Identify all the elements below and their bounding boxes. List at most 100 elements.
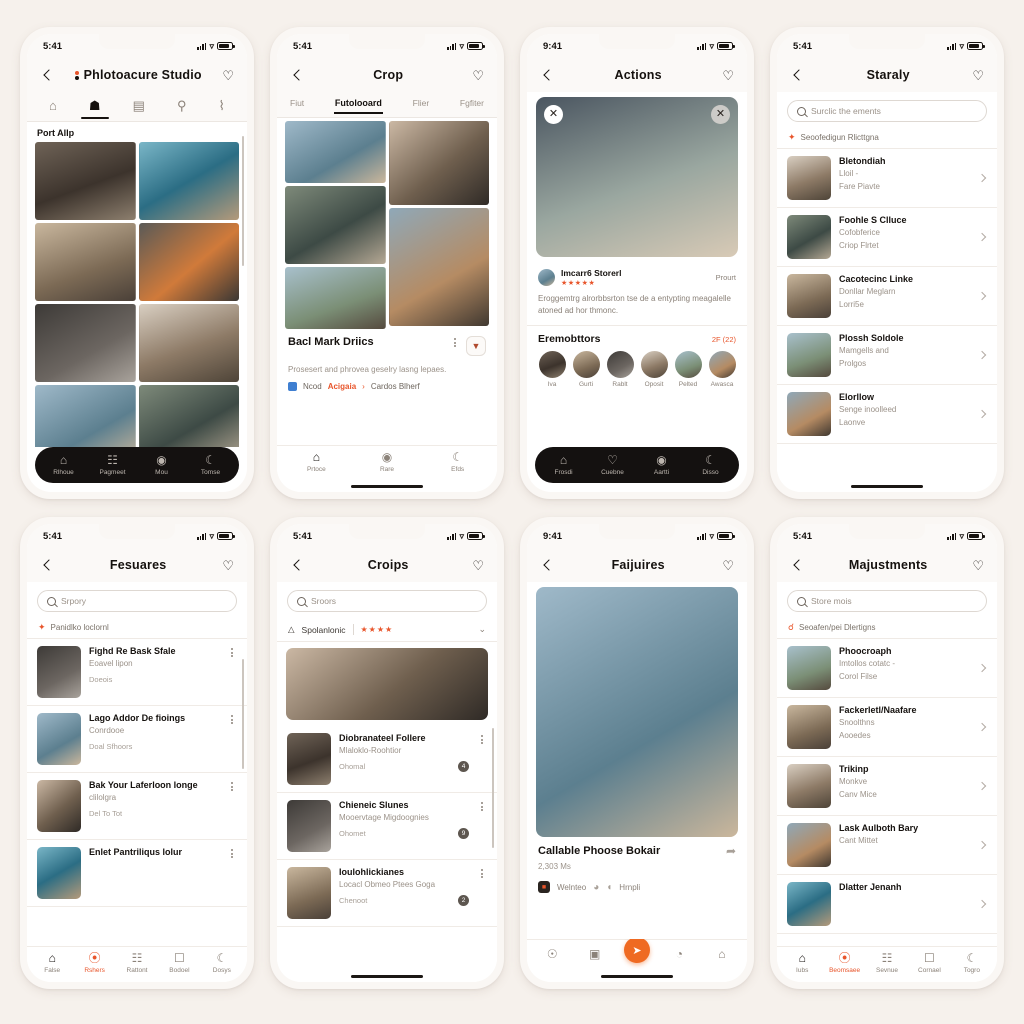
photo-tile[interactable] xyxy=(285,121,386,183)
tabbar-item-grid[interactable]: ☷ Rattont xyxy=(116,952,158,974)
tab-camera[interactable]: ☗ xyxy=(81,95,109,119)
tabbar-item-camera[interactable]: ◉ Rare xyxy=(352,451,423,473)
heart-icon[interactable]: ♡ xyxy=(222,69,234,82)
chevron-right-icon[interactable] xyxy=(977,291,987,301)
chevron-right-icon[interactable] xyxy=(977,350,987,360)
chevron-left-icon[interactable] xyxy=(540,68,554,82)
kebab-icon[interactable] xyxy=(477,867,487,878)
share-icon[interactable]: ➦ xyxy=(726,845,736,857)
chevron-right-icon[interactable] xyxy=(977,409,987,419)
section-link[interactable]: 2F (22) xyxy=(712,335,736,344)
tab-fiut[interactable]: Fiut xyxy=(289,95,305,114)
chevron-right-icon[interactable] xyxy=(977,840,987,850)
avatar-item[interactable]: Oposit xyxy=(639,351,669,388)
tabbar-item-payment[interactable]: ☷ Pagmeet xyxy=(88,454,137,476)
search-input[interactable]: Sroors xyxy=(287,590,487,612)
photo-tile[interactable] xyxy=(35,223,136,301)
tabbar-item-play[interactable]: ➤ xyxy=(616,937,658,963)
heart-icon[interactable]: ♡ xyxy=(972,559,984,572)
chevron-left-icon[interactable] xyxy=(790,68,804,82)
photo-tile[interactable] xyxy=(138,385,239,447)
chevron-right-icon[interactable] xyxy=(977,899,987,909)
photo-tile[interactable] xyxy=(138,223,239,301)
list-item[interactable]: Enlet Pantriliqus lolur xyxy=(27,840,247,907)
photo-tile[interactable] xyxy=(35,304,136,382)
chevron-left-icon[interactable] xyxy=(540,558,554,572)
tabbar-item-boost[interactable]: ⌂ xyxy=(701,948,743,960)
kebab-icon[interactable] xyxy=(227,780,237,791)
tab-fgfiter[interactable]: Fgfiter xyxy=(459,95,485,114)
tabbar-item-grid[interactable]: ☷ Sevnue xyxy=(866,952,908,974)
list-item[interactable]: Plossh Soldole Mamgells and Prolgos xyxy=(777,326,997,385)
chevron-right-icon[interactable] xyxy=(977,232,987,242)
tag-secondary[interactable]: Cardos Blherf xyxy=(371,382,420,391)
list-item[interactable]: Diobranateel Follere Mlaloklo-Roohtior O… xyxy=(277,726,497,793)
close-icon[interactable]: ✕ xyxy=(544,105,563,124)
list-item[interactable]: Bak Your Laferloon longe clilolgra Del T… xyxy=(27,773,247,840)
filter-row[interactable]: △ Spolanlonic ★★★★ ⌄ xyxy=(277,618,497,642)
list-item[interactable]: Lask Aulboth Bary Cant Mittet xyxy=(777,816,997,875)
list-item[interactable]: Trikinp Monkve Canv Mice xyxy=(777,757,997,816)
tabbar-item-gallery[interactable]: ▣ xyxy=(573,948,615,960)
photo-tile[interactable] xyxy=(388,208,489,326)
photo-tile[interactable] xyxy=(35,385,136,447)
tab-search[interactable]: ⚲ xyxy=(175,95,189,119)
tabbar-item-profile[interactable]: ☾ Efds xyxy=(422,451,493,473)
chevron-right-icon[interactable] xyxy=(977,663,987,673)
chevron-right-icon[interactable] xyxy=(977,781,987,791)
tab-flier[interactable]: Flier xyxy=(412,95,431,114)
scrollbar[interactable] xyxy=(241,136,244,266)
heart-icon[interactable]: ♡ xyxy=(472,69,484,82)
search-input[interactable]: Surclic the ements xyxy=(787,100,987,122)
bookmark-icon[interactable]: ▼ xyxy=(466,336,486,356)
avatar-item[interactable]: Iva xyxy=(537,351,567,388)
tabbar-item-profile[interactable]: ☾ Tomse xyxy=(186,454,235,476)
tabbar-item-globe[interactable]: ◉ Aartti xyxy=(637,454,686,476)
chevron-right-icon[interactable] xyxy=(977,173,987,183)
list-item[interactable]: Bletondiah Lloil - Fare Piavte xyxy=(777,149,997,208)
photo-tile[interactable] xyxy=(138,142,239,220)
tabbar-item-favorites[interactable]: ♡ Cuebne xyxy=(588,454,637,476)
avatar-item[interactable]: Rablt xyxy=(605,351,635,388)
list-item[interactable]: Lago Addor De fioings Conrdooe Doal Sfho… xyxy=(27,706,247,773)
tabbar-item-home[interactable]: ⌂ Rlhoue xyxy=(39,454,88,476)
tabbar-item-audio[interactable]: ☉ xyxy=(531,948,573,960)
tab-card[interactable]: ▤ xyxy=(131,95,147,119)
play-fab-icon[interactable]: ➤ xyxy=(624,937,651,963)
list-item[interactable]: Ioulohlickianes Locacl Obmeo Ptees Goga … xyxy=(277,860,497,927)
kebab-icon[interactable] xyxy=(477,733,487,744)
tag-accent[interactable]: Acigaia xyxy=(328,382,356,391)
scrollbar[interactable] xyxy=(491,728,494,848)
list-item[interactable]: Fackerletl/Naafare Snoolthns Aooedes xyxy=(777,698,997,757)
kebab-icon[interactable] xyxy=(227,646,237,657)
chevron-right-icon[interactable] xyxy=(977,722,987,732)
heart-icon[interactable]: ♡ xyxy=(222,559,234,572)
tabbar-item-download[interactable]: ☐ Bodoel xyxy=(158,952,200,974)
heart-icon[interactable]: ♡ xyxy=(722,69,734,82)
kebab-icon[interactable] xyxy=(477,800,487,811)
photo-tile[interactable] xyxy=(285,186,386,264)
tabbar-item-trending[interactable]: ⦿ Rshers xyxy=(73,952,115,974)
avatar-item[interactable]: Awasca xyxy=(707,351,737,388)
chevron-left-icon[interactable] xyxy=(290,558,304,572)
kebab-icon[interactable] xyxy=(450,336,460,347)
heart-icon[interactable]: ♡ xyxy=(722,559,734,572)
photo-tile[interactable] xyxy=(35,142,136,220)
kebab-icon[interactable] xyxy=(227,713,237,724)
heart-icon[interactable]: ♡ xyxy=(472,559,484,572)
chevron-left-icon[interactable] xyxy=(40,558,54,572)
hero-image[interactable]: ✕ ✕ xyxy=(536,97,738,257)
chevron-left-icon[interactable] xyxy=(790,558,804,572)
tab-home[interactable]: ⌂ xyxy=(47,95,59,119)
tabbar-item-download[interactable]: ☐ Cornael xyxy=(908,952,950,974)
kebab-icon[interactable] xyxy=(227,847,237,858)
tabbar-item-home[interactable]: ⌂ False xyxy=(31,952,73,974)
tabbar-item-profile[interactable]: ☾ Disso xyxy=(686,454,735,476)
photo-tile[interactable] xyxy=(138,304,239,382)
search-input[interactable]: Srpory xyxy=(37,590,237,612)
photo-tile[interactable] xyxy=(285,267,386,329)
chevron-left-icon[interactable] xyxy=(290,68,304,82)
list-item[interactable]: Fighd Re Bask Sfale Eoavel lipon Doeois xyxy=(27,639,247,706)
tabbar-item-trending[interactable]: ⦿ Beomsaee xyxy=(823,952,865,974)
chevron-left-icon[interactable] xyxy=(40,68,54,82)
